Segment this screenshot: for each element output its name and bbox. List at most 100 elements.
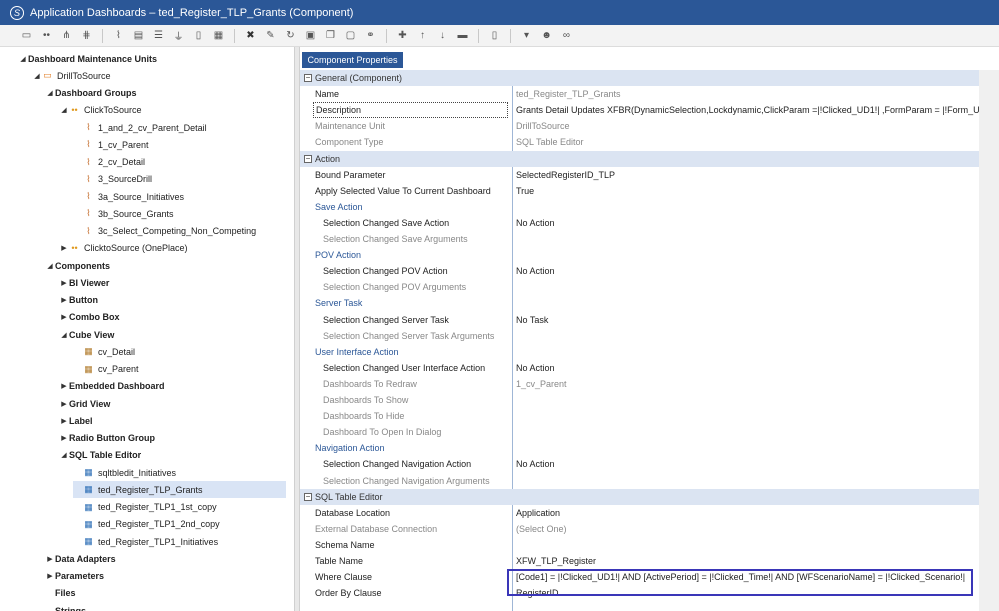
property-value[interactable]: Application	[516, 505, 979, 521]
property-row[interactable]: Selection Changed Server Task No Task	[300, 312, 979, 328]
tree-item[interactable]: ◢ •• ClickToSource	[59, 102, 141, 119]
property-row[interactable]: Selection Changed User Interface Action N…	[300, 360, 979, 376]
property-subcategory[interactable]: User Interface Action	[300, 344, 979, 360]
tree-icon[interactable]: ⋔	[60, 29, 73, 42]
property-row[interactable]: Selection Changed POV Action No Action	[300, 263, 979, 279]
property-value[interactable]: No Task	[516, 312, 979, 328]
tree-item[interactable]: ⌇ 1_cv_Parent	[73, 136, 148, 153]
property-value[interactable]: (Select One)	[516, 521, 979, 537]
property-row[interactable]: Name ted_Register_TLP_Grants	[300, 86, 979, 102]
list-icon[interactable]: ☰	[152, 29, 165, 42]
expanded-arrow-icon[interactable]: ◢	[59, 106, 69, 114]
expanded-arrow-icon[interactable]: ◢	[32, 72, 42, 80]
tree-item[interactable]: ⌇ 3c_Select_Competing_Non_Competing	[73, 223, 256, 240]
property-subcategory[interactable]: Save Action	[300, 199, 979, 215]
tree-item[interactable]: ▦ ted_Register_TLP1_Initiatives	[73, 533, 218, 550]
collapsed-arrow-icon[interactable]: ▶	[45, 572, 55, 580]
expanded-arrow-icon[interactable]: ◢	[59, 331, 69, 339]
property-value[interactable]: SQL Table Editor	[516, 134, 979, 150]
tree-item[interactable]: ⌇ 3b_Source_Grants	[73, 205, 173, 222]
collapsed-arrow-icon[interactable]: ▶	[59, 382, 69, 390]
tree-item[interactable]: ◢ Components	[45, 257, 110, 274]
property-value[interactable]	[516, 279, 979, 295]
property-row[interactable]: External Database Connection (Select One)	[300, 521, 979, 537]
property-value[interactable]: No Action	[516, 456, 979, 472]
property-row[interactable]: Table Name XFW_TLP_Register	[300, 553, 979, 569]
property-subcategory[interactable]: Server Task	[300, 295, 979, 311]
collapsed-arrow-icon[interactable]: ▶	[59, 279, 69, 287]
folder-dots-icon[interactable]: ••	[40, 29, 53, 42]
property-row[interactable]: Database Location Application	[300, 505, 979, 521]
tree-item[interactable]: ▶ Combo Box	[59, 309, 119, 326]
collapse-icon[interactable]: −	[304, 154, 312, 163]
minus-icon[interactable]: ▬	[456, 29, 469, 42]
tree-item[interactable]: ▦ cv_Parent	[73, 361, 138, 378]
property-row[interactable]: Selection Changed Save Action No Action	[300, 215, 979, 231]
expanded-arrow-icon[interactable]: ◢	[45, 89, 55, 97]
glasses-icon[interactable]: ∞	[560, 29, 573, 42]
property-value[interactable]: SelectedRegisterID_TLP	[516, 167, 979, 183]
tree-item[interactable]: ▶ Button	[59, 292, 98, 309]
property-row[interactable]: Dashboards To Redraw 1_cv_Parent	[300, 376, 979, 392]
refresh-icon[interactable]: ↻	[284, 29, 297, 42]
doc-dropdown-icon[interactable]: ▾	[520, 29, 533, 42]
property-value[interactable]: No Action	[516, 360, 979, 376]
property-row[interactable]: Selection Changed Server Task Arguments	[300, 328, 979, 344]
filter-icon[interactable]: ⏚	[172, 29, 185, 43]
property-value[interactable]: 1_cv_Parent	[516, 376, 979, 392]
property-value[interactable]	[516, 408, 979, 424]
save-icon[interactable]: ▣	[304, 29, 317, 42]
doc-icon[interactable]: ▯	[192, 29, 205, 42]
property-row[interactable]: Selection Changed POV Arguments	[300, 279, 979, 295]
add-tree-icon[interactable]: ⋕	[80, 29, 93, 42]
property-value[interactable]	[516, 424, 979, 440]
collapsed-arrow-icon[interactable]: ▶	[59, 417, 69, 425]
property-row[interactable]: Apply Selected Value To Current Dashboar…	[300, 183, 979, 199]
collapse-icon[interactable]: −	[304, 492, 312, 501]
edit-icon[interactable]: ✎	[264, 29, 277, 42]
property-value[interactable]	[516, 231, 979, 247]
property-row[interactable]: Component Type SQL Table Editor	[300, 134, 979, 150]
plus-icon[interactable]: ✚	[396, 29, 409, 42]
copy-icon[interactable]: ❐	[324, 29, 337, 42]
tree-item[interactable]: ▦ ted_Register_TLP1_2nd_copy	[73, 516, 219, 533]
tree-item[interactable]: Strings	[45, 602, 86, 611]
tree-item[interactable]: ▦ ted_Register_TLP1_1st_copy	[73, 499, 216, 516]
up-arrow-icon[interactable]: ↑	[416, 29, 429, 42]
expanded-arrow-icon[interactable]: ◢	[45, 262, 55, 270]
property-value[interactable]: No Action	[516, 215, 979, 231]
property-category[interactable]: − Action	[300, 150, 979, 167]
tree-item[interactable]: ◢ SQL Table Editor	[59, 447, 141, 464]
collapsed-arrow-icon[interactable]: ▶	[59, 434, 69, 442]
tree-item[interactable]: ▶ Grid View	[59, 395, 110, 412]
expanded-arrow-icon[interactable]: ◢	[18, 55, 28, 63]
property-row[interactable]: Schema Name	[300, 537, 979, 553]
tree-item[interactable]: ▦ sqltbledit_Initiatives	[73, 464, 176, 481]
property-row[interactable]: Bound Parameter SelectedRegisterID_TLP	[300, 167, 979, 183]
tree-item[interactable]: ▶ Label	[59, 412, 92, 429]
tree-item[interactable]: ⌇ 2_cv_Detail	[73, 154, 145, 171]
collapsed-arrow-icon[interactable]: ▶	[59, 400, 69, 408]
tree-item[interactable]: ▶ Parameters	[45, 568, 104, 585]
property-value[interactable]: ted_Register_TLP_Grants	[516, 86, 979, 102]
property-value[interactable]	[516, 392, 979, 408]
property-category[interactable]: − General (Component)	[300, 70, 979, 86]
collapse-icon[interactable]: −	[304, 74, 312, 82]
property-value[interactable]: Grants Detail Updates XFBR(DynamicSelect…	[516, 102, 979, 118]
expanded-arrow-icon[interactable]: ◢	[59, 451, 69, 459]
tree-item[interactable]: ▶ •• ClicktoSource (OnePlace)	[59, 240, 187, 257]
page-icon[interactable]: ▯	[488, 29, 501, 42]
property-value[interactable]: DrillToSource	[516, 118, 979, 134]
property-row[interactable]: Dashboard To Open In Dialog	[300, 424, 979, 440]
property-row[interactable]: Dashboards To Hide	[300, 408, 979, 424]
property-row[interactable]: Description Grants Detail Updates XFBR(Dy…	[300, 102, 979, 119]
tree-item[interactable]: ▶ Embedded Dashboard	[59, 378, 164, 395]
tree-item[interactable]: Files	[45, 585, 76, 602]
property-row[interactable]: Maintenance Unit DrillToSource	[300, 118, 979, 134]
tree-item[interactable]: ◢ Dashboard Maintenance Units	[18, 50, 157, 67]
tree-item[interactable]: ◢ Cube View	[59, 326, 114, 343]
new-icon[interactable]: ▭	[20, 29, 33, 42]
grid-icon[interactable]: ▦	[212, 29, 225, 42]
property-row[interactable]: Selection Changed Navigation Arguments	[300, 473, 979, 489]
tree-item[interactable]: ▶ BI Viewer	[59, 274, 109, 291]
